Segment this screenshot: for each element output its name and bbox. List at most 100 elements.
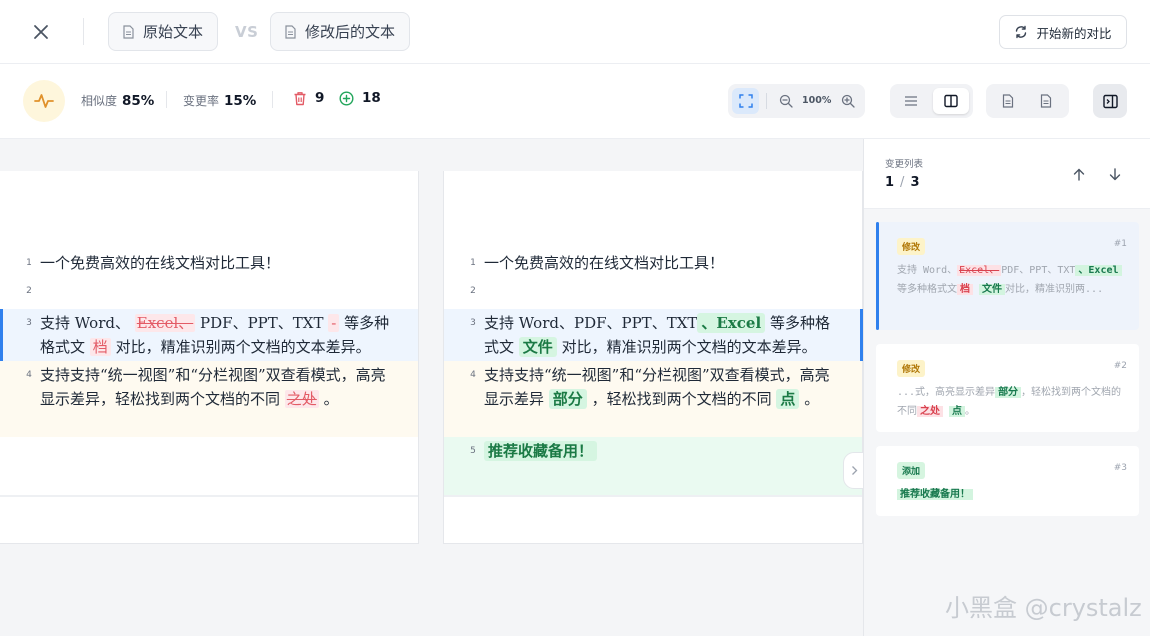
modified-document-button[interactable]: [1032, 88, 1059, 114]
activity-icon: [34, 93, 54, 109]
pane-footer: [0, 495, 418, 497]
line-text: 一个免费高效的在线文档对比工具！: [484, 254, 725, 272]
diff-line-modified[interactable]: 3 支持 Word、 Excel、 PDF、PPT、TXT - 等多种格式文 档…: [0, 309, 418, 361]
divider: [272, 91, 273, 108]
change-list-header: 变更列表 1/3: [864, 139, 1150, 209]
document-icon: [1040, 94, 1052, 108]
zoom-in-button[interactable]: [834, 88, 861, 114]
collapse-sidebar-tab[interactable]: [843, 452, 865, 489]
change-rate-stat: 变更率 15%: [183, 92, 256, 109]
pane-gutter: [419, 171, 443, 544]
modified-text-pane: 1 一个免费高效的在线文档对比工具！ 2 3 支持 Word、PDF、PPT、T…: [443, 171, 863, 544]
view-mode-toggle: [890, 84, 973, 118]
divider: [166, 91, 167, 108]
modified-doc-label: 修改后的文本: [305, 23, 396, 41]
close-icon: [33, 24, 49, 40]
change-card[interactable]: 修改 #2 ...式，高亮显示差异 部分 ，轻松找到两个文档的不同 之处 点。: [876, 344, 1139, 432]
addition-count-value: 18: [362, 90, 381, 106]
deleted-text: 之处: [284, 390, 319, 408]
document-actions: [986, 84, 1069, 118]
diff-line: 2: [0, 279, 418, 303]
unified-view-button[interactable]: [897, 88, 924, 114]
document-icon: [284, 24, 297, 39]
divider: [766, 93, 767, 109]
change-type-badge: 修改: [897, 360, 926, 377]
plus-circle-icon: [339, 90, 354, 106]
next-change-button[interactable]: [1106, 165, 1124, 183]
deleted-text: -: [328, 314, 340, 332]
line-number: 3: [470, 318, 476, 328]
diff-line: 1 一个免费高效的在线文档对比工具！: [0, 251, 418, 275]
previous-change-button[interactable]: [1070, 165, 1088, 183]
deletion-count-value: 9: [315, 90, 325, 106]
line-number: 1: [470, 258, 476, 268]
line-text: 支持支持“统一视图”和“分栏视图”双查看模式，高亮显示差异 部分 ，轻松找到两个…: [484, 366, 830, 409]
change-type-badge: 添加: [897, 462, 926, 479]
similarity-stat: 相似度 85%: [81, 92, 154, 109]
line-number: 4: [26, 370, 32, 380]
diff-line: 1 一个免费高效的在线文档对比工具！: [444, 251, 862, 275]
columns-icon: [944, 94, 958, 108]
pane-footer: [444, 495, 862, 497]
current-change: 1: [885, 175, 895, 190]
toggle-sidebar-button[interactable]: [1093, 84, 1127, 118]
change-number: #3: [1113, 463, 1127, 473]
change-preview: ...式，高亮显示差异 部分 ，轻松找到两个文档的不同 之处 点。: [897, 387, 1122, 417]
change-number: #2: [1113, 361, 1127, 371]
document-icon: [1002, 94, 1014, 108]
line-text: 支持 Word、PDF、PPT、TXT 、Excel 等多种格式文 文件 对比，精…: [484, 313, 830, 357]
inserted-text: 、Excel: [697, 313, 766, 333]
addition-count: 18: [339, 90, 381, 106]
line-number: 1: [26, 258, 32, 268]
change-position: 1/3: [885, 175, 920, 190]
change-card[interactable]: 添加 #3 推荐收藏备用！: [876, 446, 1139, 516]
fit-screen-button[interactable]: [732, 88, 759, 114]
original-text-pane: 1 一个免费高效的在线文档对比工具！ 2 3 支持 Word、 Excel、 P…: [0, 171, 419, 544]
zoom-out-button[interactable]: [772, 88, 799, 114]
fit-screen-icon: [738, 94, 753, 108]
line-text: 支持支持“统一视图”和“分栏视图”双查看模式，高亮显示差异，轻松找到两个文档的不…: [40, 366, 386, 408]
diff-line-modified[interactable]: 4 支持支持“统一视图”和“分栏视图”双查看模式，高亮显示差异，轻松找到两个文档…: [0, 361, 418, 437]
diff-line-added[interactable]: 5 推荐收藏备用！: [444, 437, 862, 495]
inserted-text: 推荐收藏备用！: [484, 441, 598, 461]
diff-line-modified[interactable]: 4 支持支持“统一视图”和“分栏视图”双查看模式，高亮显示差异 部分 ，轻松找到…: [444, 361, 862, 437]
change-list-sidebar: 变更列表 1/3 修改 #1 支持 Word、 Excel、 PDF、PPT、TXT…: [863, 139, 1150, 636]
stats-toolbar: 相似度 85% 变更率 15% 9 18 100%: [0, 64, 1150, 139]
zoom-level: 100%: [802, 95, 832, 106]
top-bar: 原始文本 VS 修改后的文本 开始新的对比: [0, 0, 1150, 64]
refresh-icon: [1014, 25, 1028, 39]
similarity-label: 相似度: [81, 94, 118, 108]
watermark: 小黑盒 @crystalz: [945, 594, 1142, 622]
original-doc-tab[interactable]: 原始文本: [108, 12, 219, 51]
change-preview: 推荐收藏备用！: [897, 485, 1129, 505]
change-rate-label: 变更率: [183, 94, 220, 108]
zoom-controls: 100%: [728, 84, 865, 118]
change-card[interactable]: 修改 #1 支持 Word、 Excel、 PDF、PPT、TXT 、Excel等多种…: [876, 222, 1139, 330]
modified-doc-tab[interactable]: 修改后的文本: [270, 12, 411, 51]
zoom-out-icon: [779, 94, 793, 108]
list-icon: [904, 95, 918, 107]
inserted-text: 文件: [518, 337, 557, 357]
close-button[interactable]: [28, 19, 54, 45]
deleted-text: Excel、: [134, 314, 196, 332]
new-compare-label: 开始新的对比: [1036, 25, 1112, 41]
new-compare-button[interactable]: 开始新的对比: [999, 15, 1127, 49]
line-number: 2: [470, 286, 476, 296]
original-document-button[interactable]: [994, 88, 1021, 114]
deletion-count: 9: [293, 90, 324, 106]
change-list-title: 变更列表: [885, 159, 924, 170]
line-text: 推荐收藏备用！: [484, 439, 840, 463]
activity-badge: [23, 80, 65, 122]
similarity-value: 85%: [122, 93, 155, 109]
document-icon: [122, 24, 135, 39]
arrow-down-icon: [1109, 167, 1121, 181]
original-doc-label: 原始文本: [143, 23, 204, 41]
line-text: 支持 Word、 Excel、 PDF、PPT、TXT - 等多种格式文 档 对…: [40, 314, 390, 356]
change-number: #1: [1113, 239, 1127, 249]
total-changes: 3: [910, 175, 920, 190]
zoom-in-icon: [841, 94, 855, 108]
deleted-text: 档: [89, 338, 111, 356]
split-view-button[interactable]: [933, 88, 969, 114]
line-text: 一个免费高效的在线文档对比工具！: [40, 254, 281, 272]
diff-line-modified[interactable]: 3 支持 Word、PDF、PPT、TXT 、Excel 等多种格式文 文件 对比…: [444, 309, 863, 361]
